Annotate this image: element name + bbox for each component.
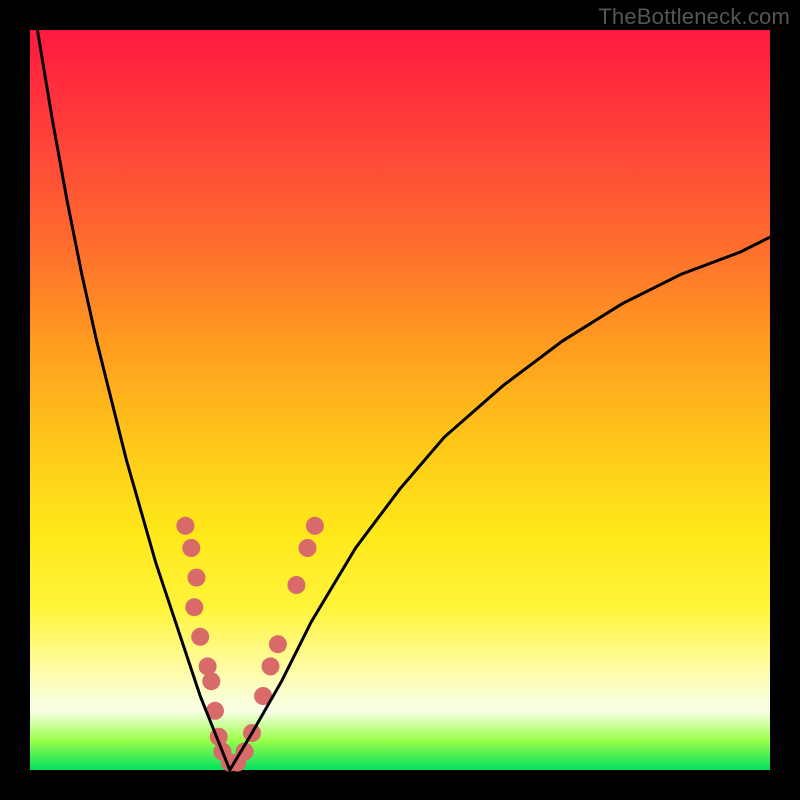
plot-area xyxy=(30,30,770,770)
data-marker xyxy=(287,576,305,594)
data-marker xyxy=(176,517,194,535)
data-marker xyxy=(306,517,324,535)
watermark-text: TheBottleneck.com xyxy=(598,4,790,30)
data-marker xyxy=(185,598,203,616)
data-marker xyxy=(299,539,317,557)
curve-left-branch xyxy=(37,30,229,770)
chart-frame: TheBottleneck.com xyxy=(0,0,800,800)
data-marker xyxy=(269,635,287,653)
data-marker xyxy=(262,657,280,675)
curve-right-branch xyxy=(230,237,770,770)
chart-svg xyxy=(30,30,770,770)
data-marker xyxy=(202,672,220,690)
data-marker xyxy=(182,539,200,557)
data-marker xyxy=(188,569,206,587)
data-marker xyxy=(191,628,209,646)
